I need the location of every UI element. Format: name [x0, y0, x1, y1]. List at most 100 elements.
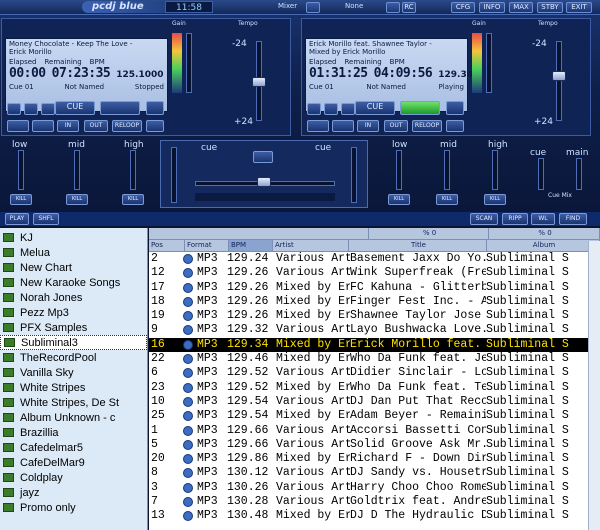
track-row[interactable]: 17 MP3 129.26 Mixed by Eri...FC Kahuna - Gl… [149, 281, 600, 295]
eq-a-low-fader[interactable] [18, 150, 24, 190]
deck-b-pitch-knob[interactable] [552, 71, 566, 81]
deck-b-play-button[interactable] [400, 101, 440, 115]
folder-item[interactable]: Melua [0, 245, 147, 260]
transport-strip[interactable] [195, 193, 335, 201]
shuffle-button[interactable]: SHFL [33, 213, 59, 225]
deck-b-in-button[interactable]: IN [357, 120, 379, 132]
track-row[interactable]: 13 MP3 130.48 Mixed by Eri...DJ D The Hydra… [149, 509, 600, 523]
deck-b-gain-fader[interactable] [486, 33, 492, 93]
eq-a-high-kill[interactable]: KILL [122, 194, 144, 205]
deck-a-eject-button[interactable] [146, 101, 164, 115]
eq-a-mid-kill[interactable]: KILL [66, 194, 88, 205]
mixer-toggle[interactable] [306, 2, 320, 13]
folder-item[interactable]: Subliminal3 [0, 335, 147, 350]
deck-b-rew-button[interactable] [307, 120, 329, 132]
deck-b-prev-button[interactable] [307, 103, 321, 115]
scan-button[interactable]: SCAN [470, 213, 498, 225]
track-row[interactable]: 20 MP3 129.86 Mixed by Eri...Richard F - Do… [149, 452, 600, 466]
folder-item[interactable]: Norah Jones [0, 290, 147, 305]
folder-item[interactable]: Promo only [0, 500, 147, 515]
folder-item[interactable]: Coldplay [0, 470, 147, 485]
cue-gain-fader[interactable] [538, 158, 544, 190]
folder-item[interactable]: PFX Samples [0, 320, 147, 335]
deck-a-rew-button[interactable] [7, 120, 29, 132]
exit-button[interactable]: EXIT [566, 2, 592, 13]
deck-b-cue-button[interactable]: CUE [355, 101, 395, 115]
track-row[interactable]: 10 MP3 129.54 Various ArtistsDJ Dan Put Tha… [149, 395, 600, 409]
track-row[interactable]: 8 MP3 130.12 Various ArtistsDJ Sandy vs. Ho… [149, 466, 600, 480]
deck-b-next-button[interactable] [341, 103, 355, 115]
track-row[interactable]: 9 MP3 129.32 Various ArtistsLayo Bushwacka … [149, 323, 600, 337]
ripp-button[interactable]: RIPP [502, 213, 528, 225]
deck-a-ff-button[interactable] [32, 120, 54, 132]
deck-a-play-button[interactable] [100, 101, 140, 115]
col-bpm[interactable]: BPM [229, 240, 273, 251]
crossfader-knob[interactable] [257, 177, 271, 187]
eq-b-low-kill[interactable]: KILL [388, 194, 410, 205]
track-row[interactable]: 1 MP3 129.66 Various ArtistsAccorsi Bassett… [149, 424, 600, 438]
track-row[interactable]: 3 MP3 130.26 Various ArtistsHarry Choo Choo… [149, 481, 600, 495]
main-gain-fader[interactable] [576, 158, 582, 190]
folder-item[interactable]: White Stripes [0, 380, 147, 395]
deck-b-eject-button[interactable] [446, 101, 464, 115]
deck-a-cue-button[interactable]: CUE [55, 101, 95, 115]
folder-item[interactable]: Pezz Mp3 [0, 305, 147, 320]
eq-b-mid-kill[interactable]: KILL [436, 194, 458, 205]
deck-a-gain-fader[interactable] [186, 33, 192, 93]
wl-button[interactable]: WL [531, 213, 555, 225]
folder-item[interactable]: Album Unknown - c [0, 410, 147, 425]
col-title[interactable]: Title [349, 240, 487, 251]
deck-a-menu-button[interactable] [146, 120, 164, 132]
folder-item[interactable]: Brazillia [0, 425, 147, 440]
col-format[interactable]: Format [185, 240, 229, 251]
deck-b-out-button[interactable]: OUT [384, 120, 408, 132]
eq-b-high-fader[interactable] [492, 150, 498, 190]
channel-b-volume-fader[interactable] [351, 147, 357, 203]
track-row[interactable]: 19 MP3 129.26 Mixed by Eri...Shawnee Taylor… [149, 309, 600, 323]
deck-a-out-button[interactable]: OUT [84, 120, 108, 132]
play-mode-button[interactable]: PLAY [5, 213, 29, 225]
folder-item[interactable]: CafeDelMar9 [0, 455, 147, 470]
eq-a-low-kill[interactable]: KILL [10, 194, 32, 205]
track-row[interactable]: 25 MP3 129.54 Mixed by Eri...Adam Beyer - R… [149, 409, 600, 423]
eq-a-high-fader[interactable] [130, 150, 136, 190]
deck-a-prev-button[interactable] [7, 103, 21, 115]
track-row[interactable]: 12 MP3 129.26 Various ArtistsWink Superfrea… [149, 266, 600, 280]
col-artist[interactable]: Artist [273, 240, 349, 251]
folder-item[interactable]: TheRecordPool [0, 350, 147, 365]
deck-b-ff-button[interactable] [332, 120, 354, 132]
track-row[interactable]: 6 MP3 129.52 Various ArtistsDidier Sinclair… [149, 366, 600, 380]
folder-item[interactable]: New Chart [0, 260, 147, 275]
deck-b-reloop-button[interactable]: RELOOP [412, 120, 442, 132]
deck-a-in-button[interactable]: IN [57, 120, 79, 132]
eq-b-mid-fader[interactable] [444, 150, 450, 190]
deck-b-pitch-fader[interactable] [556, 41, 562, 121]
deck-a-reloop-button[interactable]: RELOOP [112, 120, 142, 132]
track-row[interactable]: 18 MP3 129.26 Mixed by Eri...Finger Fest In… [149, 295, 600, 309]
deck-b-reverse-button[interactable] [324, 103, 338, 115]
eq-b-low-fader[interactable] [396, 150, 402, 190]
folder-item[interactable]: Cafedelmar5 [0, 440, 147, 455]
rc-button[interactable]: RC [402, 2, 416, 13]
find-button[interactable]: FIND [559, 213, 587, 225]
folder-item[interactable]: White Stripes, De St [0, 395, 147, 410]
deck-b-menu-button[interactable] [446, 120, 464, 132]
track-row[interactable]: 22 MP3 129.46 Mixed by Eri...Who Da Funk fe… [149, 352, 600, 366]
track-row[interactable]: 7 MP3 130.28 Various ArtistsGoldtrix feat. … [149, 495, 600, 509]
track-row[interactable]: 16 MP3 129.34 Mixed by Eri...Erick Morillo … [149, 337, 600, 353]
track-row[interactable]: 2 MP3 129.24 Various ArtistsBasement Jaxx D… [149, 252, 600, 266]
deck-a-reverse-button[interactable] [24, 103, 38, 115]
eq-b-high-kill[interactable]: KILL [484, 194, 506, 205]
track-list-scrollbar[interactable] [588, 241, 600, 530]
info-button[interactable]: INFO [479, 2, 505, 13]
crossfader-swap-button[interactable] [253, 151, 273, 163]
folder-item[interactable]: KJ [0, 230, 147, 245]
stby-button[interactable]: STBY [537, 2, 563, 13]
eq-a-mid-fader[interactable] [74, 150, 80, 190]
max-button[interactable]: MAX [509, 2, 533, 13]
track-row[interactable]: 5 MP3 129.66 Various ArtistsSolid Groove As… [149, 438, 600, 452]
folder-item[interactable]: Vanilla Sky [0, 365, 147, 380]
folder-item[interactable]: jayz [0, 485, 147, 500]
cfg-button[interactable]: CFG [451, 2, 475, 13]
deck-a-next-button[interactable] [41, 103, 55, 115]
